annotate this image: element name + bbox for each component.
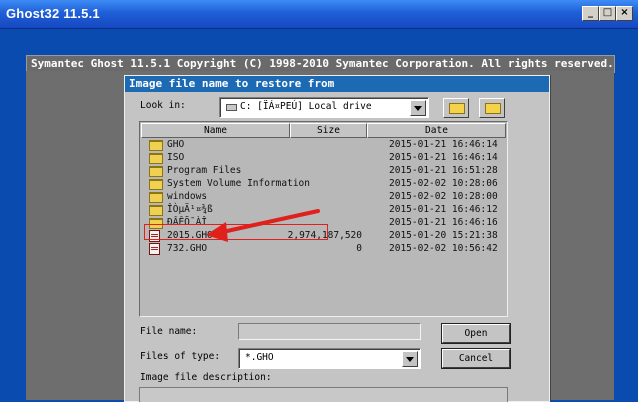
annotation-arrow	[206, 209, 320, 242]
